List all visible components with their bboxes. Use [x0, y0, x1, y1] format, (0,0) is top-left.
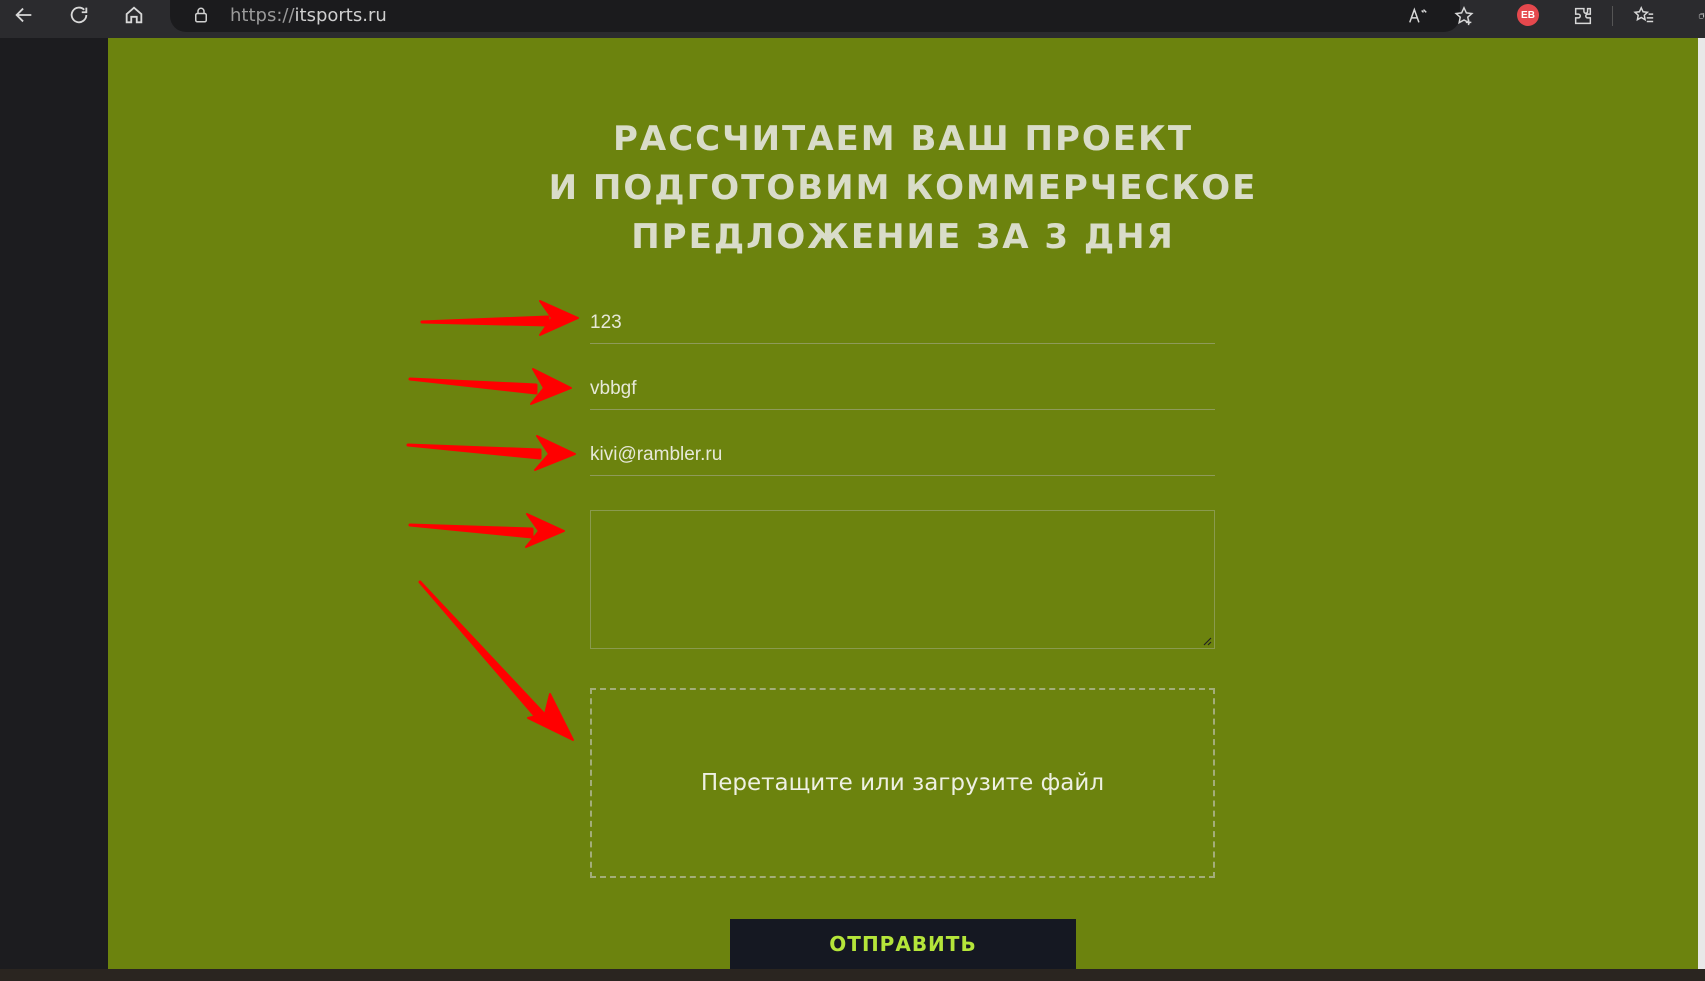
address-bar[interactable]: https://itsports.ru: [170, 0, 1460, 32]
submit-label: ОТПРАВИТЬ: [829, 932, 977, 956]
read-aloud-icon[interactable]: [1404, 2, 1432, 30]
favorites-icon[interactable]: [1630, 2, 1658, 30]
extensions-icon[interactable]: [1569, 2, 1597, 30]
scrollbar-track[interactable]: [1698, 38, 1705, 969]
field-1-input[interactable]: [590, 303, 1215, 343]
message-textarea[interactable]: [591, 511, 1218, 652]
heading-line-2: И ПОДГОТОВИМ КОММЕРЧЕСКОЕ: [548, 168, 1258, 208]
left-dark-gutter: [0, 38, 108, 969]
field-2-input[interactable]: [590, 369, 1215, 409]
lock-icon: [195, 7, 207, 23]
heading-line-1: РАССЧИТАЕМ ВАШ ПРОЕКТ: [612, 119, 1194, 159]
collections-icon[interactable]: [1688, 2, 1705, 30]
url-protocol: https://: [230, 5, 295, 26]
message-field: [590, 510, 1218, 652]
field-1: [590, 303, 1215, 344]
url-host: itsports.ru: [294, 5, 387, 26]
form-heading: РАССЧИТАЕМ ВАШ ПРОЕКТ И ПОДГОТОВИМ КОММЕ…: [108, 115, 1698, 262]
home-icon[interactable]: [115, 0, 153, 30]
file-dropzone[interactable]: Перетащите или загрузите файл: [590, 688, 1215, 878]
heading-line-3: ПРЕДЛОЖЕНИЕ ЗА 3 ДНЯ: [631, 217, 1175, 257]
resize-handle-icon[interactable]: [1202, 636, 1212, 646]
refresh-icon[interactable]: [60, 0, 98, 30]
taskbar-strip: [0, 969, 1705, 981]
url-text: https://itsports.ru: [230, 5, 387, 26]
add-favorite-icon[interactable]: [1450, 2, 1478, 30]
email-field: [590, 435, 1215, 476]
toolbar-separator: [1612, 6, 1613, 26]
email-input[interactable]: [590, 435, 1215, 475]
submit-button[interactable]: ОТПРАВИТЬ: [730, 919, 1076, 969]
browser-toolbar: https://itsports.ru ЕВ: [0, 0, 1705, 38]
back-icon[interactable]: [5, 0, 43, 30]
extension-badge-icon[interactable]: ЕВ: [1517, 4, 1539, 26]
field-2: [590, 369, 1215, 410]
dropzone-label: Перетащите или загрузите файл: [700, 770, 1105, 796]
